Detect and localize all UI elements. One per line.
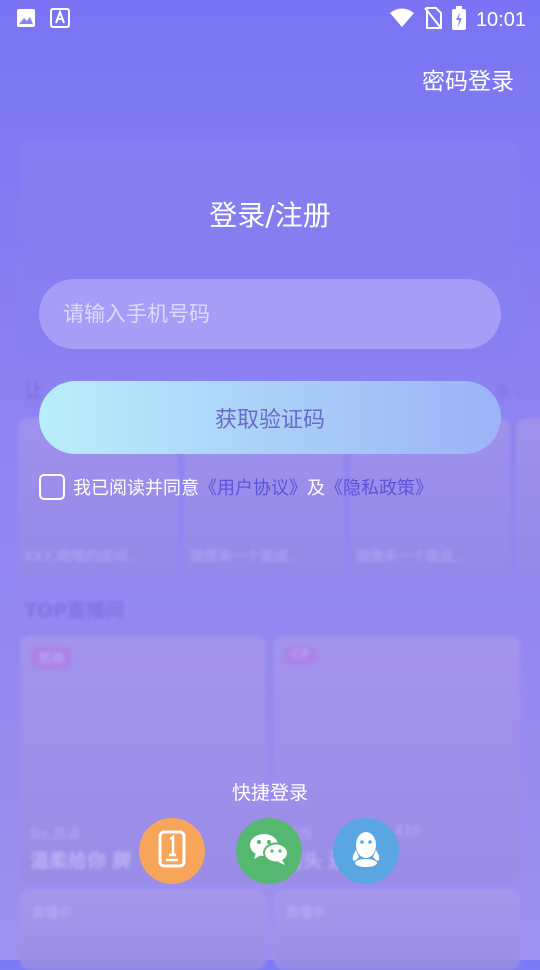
battery-charging-icon [451,6,466,34]
status-bar: 10:01 [0,0,540,36]
privacy-policy-link[interactable]: 《隐私政策》 [325,474,433,500]
agreement-checkbox[interactable] [39,474,65,500]
quick-login-title: 快捷登录 [231,782,308,804]
phone-input[interactable] [39,279,501,349]
phone-login-button[interactable] [139,818,205,884]
image-icon [16,8,36,32]
font-a-icon [50,8,70,32]
wifi-icon [389,8,414,32]
agreement-row: 我已阅读并同意 《用户协议》 及 《隐私政策》 [39,474,433,500]
user-agreement-link[interactable]: 《用户协议》 [199,474,307,500]
get-code-button[interactable]: 获取验证码 [39,381,501,454]
phone-icon [158,830,186,872]
agreement-and-text: 及 [307,478,325,499]
qq-login-button[interactable] [333,818,399,884]
no-sim-icon [424,7,442,33]
page-title: 登录/注册 [209,199,331,232]
qq-icon [350,830,382,872]
wechat-login-button[interactable] [236,818,302,884]
wechat-icon [249,832,289,870]
agreement-text: 我已阅读并同意 [73,478,199,499]
clock: 10:01 [475,8,526,31]
password-login-link[interactable]: 密码登录 [422,62,514,96]
